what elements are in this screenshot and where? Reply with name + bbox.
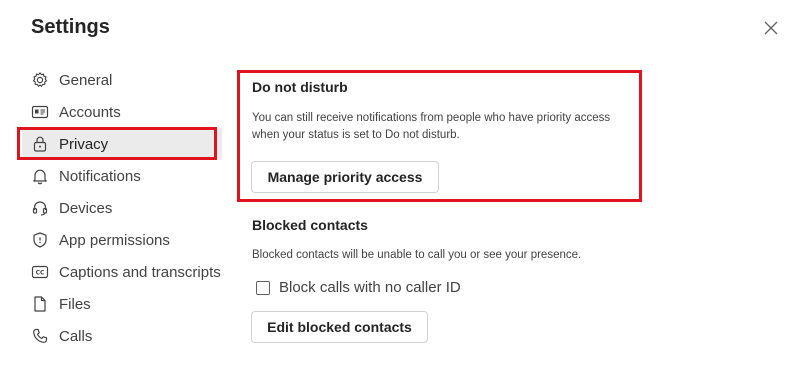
block-no-caller-id-label: Block calls with no caller ID xyxy=(279,279,461,296)
svg-text:CC: CC xyxy=(36,270,45,277)
captions-icon: CC xyxy=(30,262,50,282)
edit-blocked-contacts-button[interactable]: Edit blocked contacts xyxy=(251,311,428,343)
nav-item-label: Calls xyxy=(59,327,93,345)
nav-item-captions-and-transcripts[interactable]: CC Captions and transcripts xyxy=(22,256,222,288)
blocked-contacts-title: Blocked contacts xyxy=(252,217,368,233)
nav-item-accounts[interactable]: Accounts xyxy=(22,96,222,128)
nav-item-devices[interactable]: Devices xyxy=(22,192,222,224)
nav-item-label: Files xyxy=(59,295,91,313)
dnd-section-title: Do not disturb xyxy=(252,79,348,95)
nav-item-calls[interactable]: Calls xyxy=(22,320,222,352)
nav-item-label: Devices xyxy=(59,199,113,217)
nav-item-notifications[interactable]: Notifications xyxy=(22,160,222,192)
nav-item-label: Accounts xyxy=(59,103,121,121)
settings-nav: General Accounts Privacy Notifications D… xyxy=(22,64,222,352)
block-no-caller-id-checkbox[interactable] xyxy=(256,280,270,295)
manage-priority-access-button[interactable]: Manage priority access xyxy=(251,161,439,193)
nav-item-label: Notifications xyxy=(59,167,141,185)
close-icon[interactable] xyxy=(760,17,782,39)
headset-icon xyxy=(30,198,50,218)
blocked-contacts-description: Blocked contacts will be unable to call … xyxy=(252,249,582,261)
nav-item-app-permissions[interactable]: App permissions xyxy=(22,224,222,256)
shield-icon xyxy=(30,230,50,250)
gear-icon xyxy=(30,70,50,90)
nav-item-label: Privacy xyxy=(59,135,109,153)
dnd-description: You can still receive notifications from… xyxy=(252,112,611,141)
bell-icon xyxy=(30,166,50,186)
nav-item-label: Captions and transcripts xyxy=(59,263,221,281)
nav-item-label: App permissions xyxy=(59,231,170,249)
phone-icon xyxy=(30,326,50,346)
settings-title: Settings xyxy=(31,16,110,38)
lock-icon xyxy=(30,134,50,154)
nav-item-general[interactable]: General xyxy=(22,64,222,96)
id-card-icon xyxy=(30,102,50,122)
block-no-caller-id-option[interactable]: Block calls with no caller ID xyxy=(256,279,461,296)
file-icon xyxy=(30,294,50,314)
nav-item-label: General xyxy=(59,71,113,89)
nav-item-files[interactable]: Files xyxy=(22,288,222,320)
nav-item-privacy[interactable]: Privacy xyxy=(22,128,222,160)
